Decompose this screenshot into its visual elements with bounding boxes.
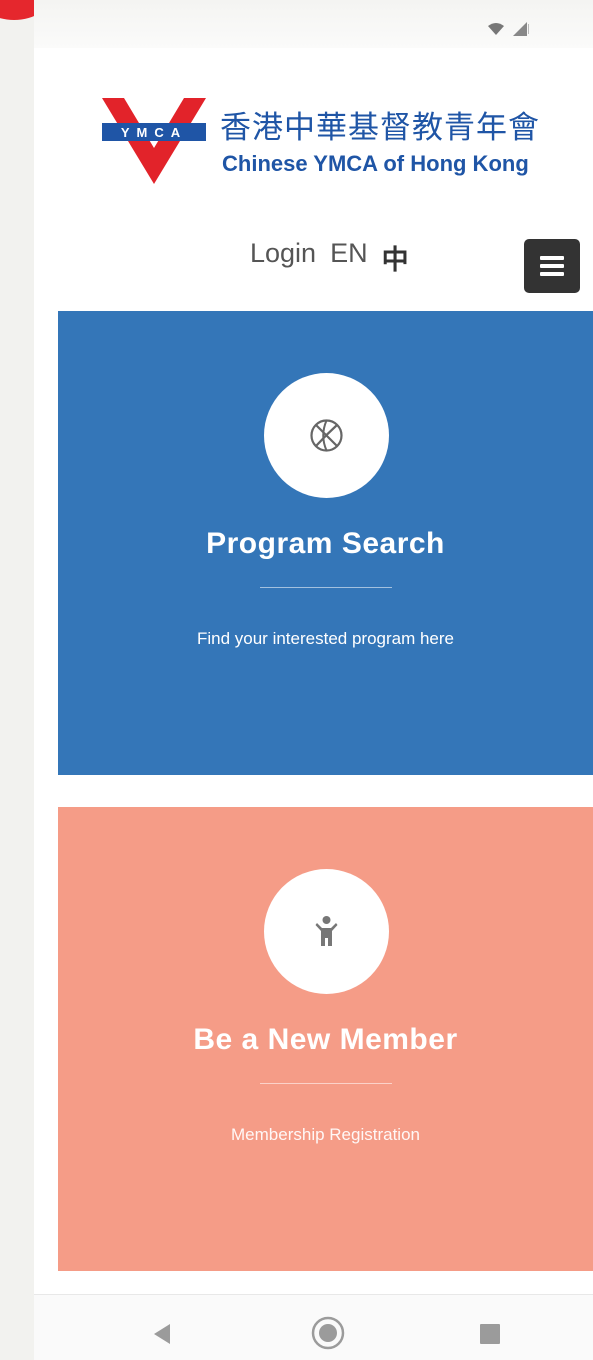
lang-en-link[interactable]: EN xyxy=(330,238,368,277)
brand-name-chinese: 香港中華基督教青年會 xyxy=(220,110,540,146)
hamburger-menu-icon xyxy=(540,256,564,260)
brand-name-english: Chinese YMCA of Hong Kong xyxy=(222,151,529,176)
wifi-icon xyxy=(488,23,504,35)
top-links: Login EN 中 xyxy=(250,238,409,277)
status-icons xyxy=(487,20,529,36)
person-icon xyxy=(315,916,338,946)
program-search-icon-circle xyxy=(264,373,389,498)
program-search-title: Program Search xyxy=(206,527,445,560)
divider xyxy=(260,587,392,588)
hamburger-menu-icon xyxy=(540,264,564,268)
lang-zh-link[interactable]: 中 xyxy=(382,238,409,277)
program-search-card[interactable]: Program Search Find your interested prog… xyxy=(58,311,593,775)
system-nav-bar xyxy=(34,1294,593,1360)
divider xyxy=(260,1083,392,1084)
login-link[interactable]: Login xyxy=(250,238,316,277)
status-bar xyxy=(34,0,593,49)
new-member-card[interactable]: Be a New Member Membership Registration xyxy=(58,807,593,1271)
basketball-icon xyxy=(310,419,343,452)
back-icon[interactable] xyxy=(152,1323,172,1345)
recents-icon[interactable] xyxy=(480,1324,500,1344)
hamburger-menu-icon xyxy=(540,272,564,276)
home-icon[interactable] xyxy=(310,1315,346,1351)
menu-button[interactable] xyxy=(524,239,580,293)
signal-icon xyxy=(513,22,529,36)
phone-screen: YMCA 香港中華基督教青年會 Chinese YMCA of Hong Kon… xyxy=(34,0,593,1360)
ymca-logo-icon[interactable]: YMCA xyxy=(102,96,206,184)
program-search-subtitle: Find your interested program here xyxy=(196,629,455,648)
new-member-title: Be a New Member xyxy=(193,1023,458,1056)
new-member-subtitle: Membership Registration xyxy=(231,1125,420,1144)
logo-letters: YMCA xyxy=(121,125,187,140)
new-member-icon-circle xyxy=(264,869,389,994)
site-header: YMCA 香港中華基督教青年會 Chinese YMCA of Hong Kon… xyxy=(34,48,593,310)
